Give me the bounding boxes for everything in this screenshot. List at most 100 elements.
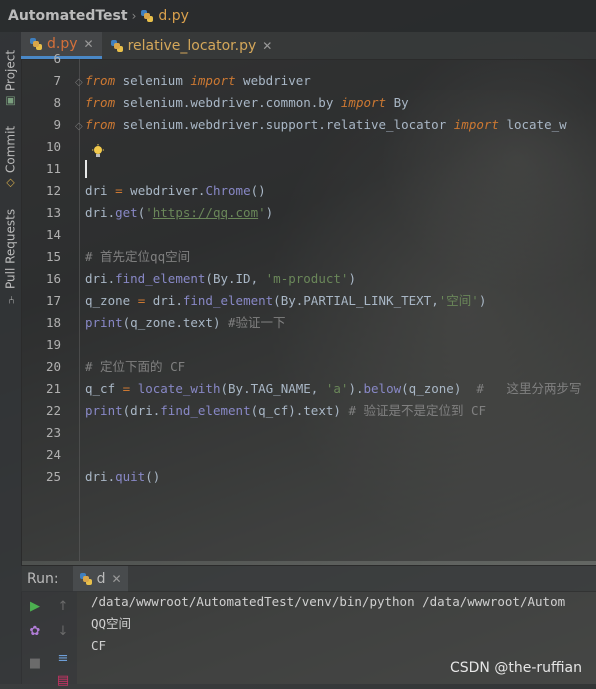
code-token: ' [258, 205, 266, 220]
code-token: webdriver [235, 73, 311, 88]
line-number: 8 [53, 95, 61, 110]
code-token: https://qq.com [152, 205, 259, 220]
breadcrumb-separator-icon: › [131, 9, 137, 23]
code-token: print [85, 403, 123, 418]
code-token: below [363, 381, 402, 396]
code-text: from selenium import webdriver [85, 70, 311, 92]
code-line[interactable]: 20 # 定位下面的 CF [21, 356, 596, 378]
code-token: quit [115, 469, 146, 484]
code-line[interactable]: 8 from selenium.webdriver.common.by impor… [21, 92, 596, 114]
code-token: q_zone [85, 293, 138, 308]
breadcrumb-file[interactable]: d.py [158, 8, 189, 24]
code-token: find_element [160, 403, 251, 418]
code-token: ) [478, 293, 487, 308]
code-line[interactable]: 21 q_cf = locate_with(By.TAG_NAME, 'a').b… [21, 378, 596, 400]
code-token: # 首先定位qq空间 [85, 249, 191, 264]
code-token: ) [348, 271, 356, 286]
code-line[interactable]: 12 dri = webdriver.Chrome() [21, 180, 596, 202]
code-text: from selenium.webdriver.support.relative… [85, 114, 567, 136]
breadcrumb-project[interactable]: AutomatedTest [8, 8, 128, 24]
line-number: 14 [45, 227, 61, 242]
code-token: By [386, 95, 409, 110]
code-line[interactable]: 18 print(q_zone.text) #验证一下 [21, 312, 596, 334]
arrow-up-icon[interactable]: ↑ [54, 597, 72, 615]
code-line[interactable]: 25 dri.quit() [21, 466, 596, 488]
line-number: 16 [45, 271, 61, 286]
line-number: 10 [45, 139, 61, 154]
rerun-icon[interactable]: ▶ [26, 597, 44, 615]
run-panel-header: Run: d ✕ [21, 565, 596, 592]
pull-requests-tool-tab[interactable]: ⑂ Pull Requests [1, 204, 20, 304]
code-text: from selenium.webdriver.common.by import… [85, 92, 409, 114]
stop-icon[interactable]: ■ [26, 654, 44, 672]
code-line[interactable]: 11 [21, 158, 596, 180]
commit-tool-tab[interactable]: ◇ Commit [1, 120, 20, 190]
code-line[interactable]: 16 dri.find_element(By.ID, 'm-product') [21, 268, 596, 290]
print-icon[interactable]: ▤ [54, 671, 72, 689]
code-token: locate_with [137, 381, 221, 396]
code-line[interactable]: 6 [21, 48, 596, 70]
code-token: # 验证是不是定位到 CF [348, 403, 487, 418]
code-line[interactable]: 10 [21, 136, 596, 158]
code-token: import [340, 95, 387, 110]
code-token: dri. [85, 469, 116, 484]
code-token: find_element [115, 271, 206, 286]
code-token: dri. [85, 271, 116, 286]
code-editor[interactable]: 6 7 from selenium import webdriver 8 from se… [21, 51, 596, 561]
code-text: dri.quit() [85, 466, 160, 488]
line-number: 23 [45, 425, 61, 440]
line-number: 11 [45, 161, 61, 176]
code-text: # 定位下面的 CF [85, 356, 185, 378]
code-line[interactable]: 23 [21, 422, 596, 444]
run-panel-title: Run: [27, 571, 59, 587]
code-token: (q_zone) [401, 381, 477, 396]
code-line[interactable]: 15 # 首先定位qq空间 [21, 246, 596, 268]
code-token: from [85, 95, 116, 110]
code-token: locate_w [498, 117, 567, 132]
line-number: 9 [53, 117, 61, 132]
arrow-down-icon[interactable]: ↓ [54, 622, 72, 640]
project-tab-label: Project [3, 49, 18, 91]
fold-marker-icon[interactable]: ◇ [75, 121, 83, 132]
pull-requests-tab-label: Pull Requests [3, 208, 18, 289]
commit-tab-label: Commit [3, 125, 18, 173]
code-token: () [250, 183, 266, 198]
code-text: print(dri.find_element(q_cf).text) # 验证是… [85, 400, 486, 422]
code-line[interactable]: 24 [21, 444, 596, 466]
code-token: dri [85, 183, 116, 198]
code-line[interactable]: 14 [21, 224, 596, 246]
line-number: 7 [53, 73, 61, 88]
code-token: () [145, 469, 161, 484]
close-icon[interactable]: ✕ [111, 572, 121, 586]
code-token: import [190, 73, 236, 88]
line-number: 20 [45, 359, 61, 374]
code-line[interactable]: 9 from selenium.webdriver.support.relativ… [21, 114, 596, 136]
code-token: '空间' [438, 293, 479, 308]
settings-gear-icon[interactable]: ✿ [26, 622, 44, 640]
left-tool-stripe: ▣ Project ◇ Commit ⑂ Pull Requests [0, 32, 22, 684]
project-tool-tab[interactable]: ▣ Project [1, 38, 20, 108]
line-number: 17 [45, 293, 61, 308]
code-token: Chrome [205, 183, 251, 198]
code-token: from [85, 73, 116, 88]
run-config-tab[interactable]: d ✕ [72, 566, 128, 592]
console-line: CF [91, 638, 107, 653]
code-line[interactable]: 22 print(dri.find_element(q_cf).text) # 验… [21, 400, 596, 422]
soft-wrap-icon[interactable]: ≡ [54, 649, 72, 667]
code-line[interactable]: 7 from selenium import webdriver [21, 70, 596, 92]
code-text: print(q_zone.text) #验证一下 [85, 312, 286, 334]
run-toolbar: ▶ ↑ ✿ ↓ ■ ≡ ▤ [21, 591, 77, 688]
lightbulb-icon[interactable] [91, 144, 105, 158]
project-icon: ▣ [4, 95, 17, 108]
fold-marker-icon[interactable]: ◇ [75, 77, 83, 88]
code-token: #验证一下 [228, 315, 286, 330]
code-token: (dri. [122, 403, 161, 418]
code-line[interactable]: 19 [21, 334, 596, 356]
code-token: dri. [85, 205, 116, 220]
code-token: import [453, 117, 499, 132]
code-token: = [115, 183, 123, 198]
code-line[interactable]: 17 q_zone = dri.find_element(By.PARTIAL_L… [21, 290, 596, 312]
line-number: 24 [45, 447, 61, 462]
code-line[interactable]: 13 dri.get('https://qq.com') [21, 202, 596, 224]
